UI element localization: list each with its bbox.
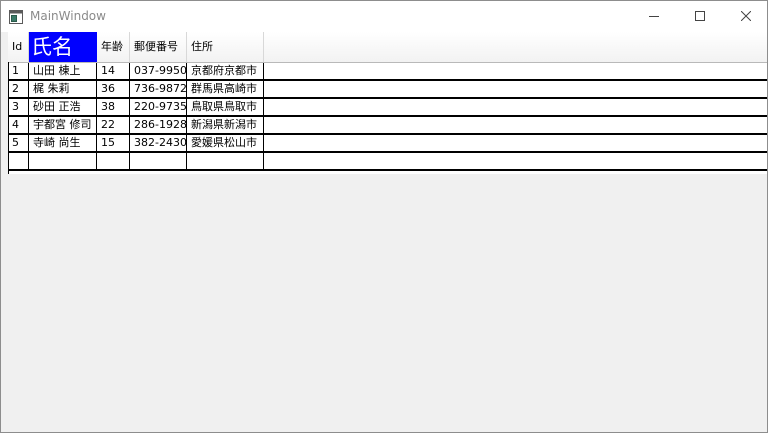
title-bar[interactable]: MainWindow	[1, 1, 767, 32]
window-content-area	[1, 174, 767, 432]
cell-postal-code[interactable]	[130, 153, 187, 169]
table-row[interactable]: 1 山田 棟上 14 037-9950 京都府京都市	[8, 63, 767, 81]
cell-age[interactable]: 15	[97, 135, 130, 151]
cell-id[interactable]: 4	[8, 117, 29, 133]
minimize-button[interactable]	[631, 1, 677, 32]
minimize-icon	[649, 16, 659, 17]
window-title: MainWindow	[30, 9, 106, 23]
table-row[interactable]: 3 砂田 正浩 38 220-9735 鳥取県鳥取市	[8, 99, 767, 117]
table-row[interactable]: 2 梶 朱莉 36 736-9872 群馬県高崎市	[8, 81, 767, 99]
cell-postal-code[interactable]: 037-9950	[130, 63, 187, 79]
cell-name[interactable]: 山田 棟上	[29, 63, 97, 79]
cell-postal-code[interactable]: 286-1928	[130, 117, 187, 133]
grid-header-row: Id 氏名 年齢 郵便番号 住所	[8, 32, 767, 63]
main-window: MainWindow Id 氏名 年齢 郵便番号 住所 1 山田 棟上 14 0…	[0, 0, 768, 433]
header-filler	[264, 32, 767, 62]
cell-name[interactable]	[29, 153, 97, 169]
cell-address[interactable]: 群馬県高崎市	[187, 81, 264, 97]
cell-id[interactable]: 5	[8, 135, 29, 151]
header-id[interactable]: Id	[8, 32, 29, 62]
cell-age[interactable]	[97, 153, 130, 169]
cell-address[interactable]: 新潟県新潟市	[187, 117, 264, 133]
cell-name[interactable]: 砂田 正浩	[29, 99, 97, 115]
cell-postal-code[interactable]: 382-2430	[130, 135, 187, 151]
table-row[interactable]: 5 寺崎 尚生 15 382-2430 愛媛県松山市	[8, 135, 767, 153]
maximize-icon	[695, 11, 705, 21]
cell-id[interactable]: 3	[8, 99, 29, 115]
cell-age[interactable]: 22	[97, 117, 130, 133]
close-icon	[741, 11, 751, 21]
table-row-new[interactable]	[8, 153, 767, 171]
cell-name[interactable]: 宇都宮 修司	[29, 117, 97, 133]
cell-address[interactable]	[187, 153, 264, 169]
cell-address[interactable]: 京都府京都市	[187, 63, 264, 79]
close-button[interactable]	[723, 1, 768, 32]
cell-address[interactable]: 鳥取県鳥取市	[187, 99, 264, 115]
cell-postal-code[interactable]: 220-9735	[130, 99, 187, 115]
cell-id[interactable]: 2	[8, 81, 29, 97]
cell-age[interactable]: 38	[97, 99, 130, 115]
header-address[interactable]: 住所	[187, 32, 264, 62]
header-age[interactable]: 年齢	[97, 32, 130, 62]
maximize-button[interactable]	[677, 1, 723, 32]
data-grid[interactable]: Id 氏名 年齢 郵便番号 住所 1 山田 棟上 14 037-9950 京都府…	[8, 32, 767, 174]
header-postal-code[interactable]: 郵便番号	[130, 32, 187, 62]
cell-postal-code[interactable]: 736-9872	[130, 81, 187, 97]
cell-name[interactable]: 梶 朱莉	[29, 81, 97, 97]
cell-address[interactable]: 愛媛県松山市	[187, 135, 264, 151]
header-name-selected[interactable]: 氏名	[29, 32, 97, 62]
cell-age[interactable]: 36	[97, 81, 130, 97]
cell-id[interactable]	[8, 153, 29, 169]
cell-id[interactable]: 1	[8, 63, 29, 79]
cell-age[interactable]: 14	[97, 63, 130, 79]
table-row[interactable]: 4 宇都宮 修司 22 286-1928 新潟県新潟市	[8, 117, 767, 135]
app-window-icon	[9, 9, 23, 24]
cell-name[interactable]: 寺崎 尚生	[29, 135, 97, 151]
